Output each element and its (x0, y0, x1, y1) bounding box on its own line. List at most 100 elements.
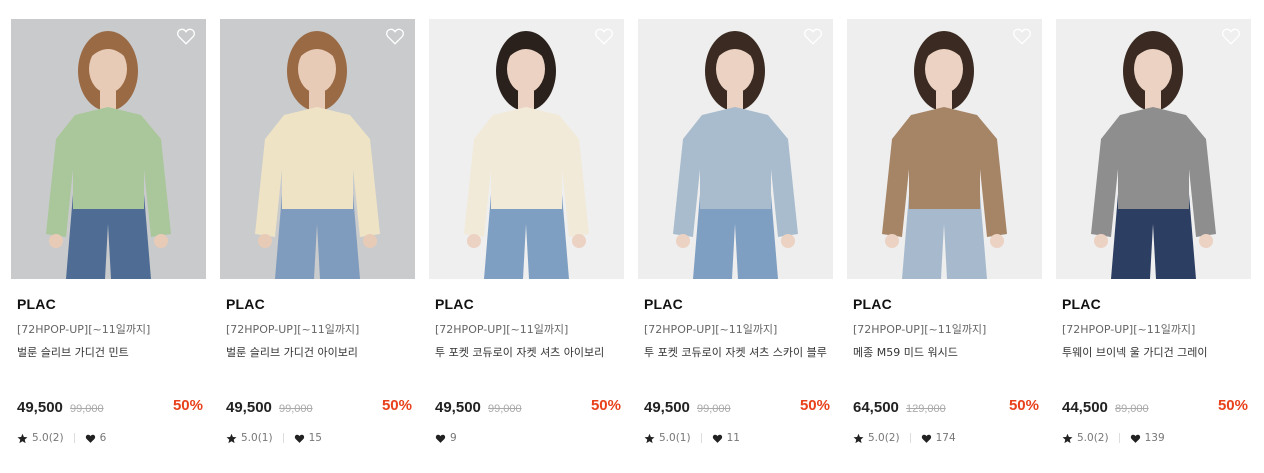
rating-group: 5.0(1) (644, 432, 712, 444)
product-photo (1056, 19, 1251, 279)
brand-name: PLAC (1062, 296, 1101, 312)
product-photo (638, 19, 833, 279)
price-row: 64,500 129,000 50% (853, 397, 1039, 417)
discount-rate: 50% (1217, 397, 1248, 414)
product-name[interactable]: 투웨이 브이넥 울 가디건 그레이 (1062, 345, 1246, 385)
heart-outline-icon[interactable] (803, 27, 823, 45)
product-name[interactable]: 메종 M59 미드 워시드 (853, 345, 1037, 385)
promo-tag: [72HPOP-UP][~11일까지] (17, 323, 151, 336)
product-name[interactable]: 투 포켓 코듀로이 자켓 셔츠 스카이 블루 (644, 345, 828, 385)
model-hand (258, 234, 272, 248)
meta-row: 5.0(2) 174 (853, 430, 956, 446)
rating-text: 5.0(1) (241, 432, 273, 444)
likes-group: 174 (921, 432, 956, 444)
product-card[interactable]: PLAC [72HPOP-UP][~11일까지] 벌룬 슬리브 가디건 아이보리… (220, 19, 415, 444)
star-icon (853, 433, 864, 443)
product-image[interactable] (847, 19, 1042, 279)
meta-row: 9 (435, 430, 457, 446)
product-name[interactable]: 투 포켓 코듀로이 자켓 셔츠 아이보리 (435, 345, 619, 385)
price-row: 49,500 99,000 50% (644, 397, 830, 417)
model-hand (572, 234, 586, 248)
sale-price: 64,500 (853, 399, 899, 416)
likes-group: 6 (85, 432, 107, 444)
product-image[interactable] (429, 19, 624, 279)
likes-group: 139 (1130, 432, 1165, 444)
price-row: 49,500 99,000 50% (226, 397, 412, 417)
product-name[interactable]: 벌룬 슬리브 가디건 아이보리 (226, 345, 410, 385)
promo-tag: [72HPOP-UP][~11일까지] (853, 323, 987, 336)
rating-text: 5.0(2) (1077, 432, 1109, 444)
product-card[interactable]: PLAC [72HPOP-UP][~11일까지] 투웨이 브이넥 울 가디건 그… (1056, 19, 1251, 444)
product-card[interactable]: PLAC [72HPOP-UP][~11일까지] 투 포켓 코듀로이 자켓 셔츠… (638, 19, 833, 444)
product-grid: PLAC [72HPOP-UP][~11일까지] 벌룬 슬리브 가디건 민트 4… (0, 0, 1264, 473)
likes-count: 15 (308, 432, 322, 444)
model-hand (49, 234, 63, 248)
model-hand (363, 234, 377, 248)
product-image[interactable] (220, 19, 415, 279)
product-image[interactable] (1056, 19, 1251, 279)
rating-text: 5.0(1) (659, 432, 691, 444)
price-row: 44,500 89,000 50% (1062, 397, 1248, 417)
heart-outline-icon[interactable] (594, 27, 614, 45)
price-row: 49,500 99,000 50% (435, 397, 621, 417)
discount-rate: 50% (381, 397, 412, 414)
original-price: 99,000 (696, 403, 731, 415)
sale-price: 49,500 (17, 399, 63, 416)
model-hand (154, 234, 168, 248)
likes-count: 11 (726, 432, 740, 444)
rating-group: 5.0(2) (1062, 432, 1130, 444)
product-photo (429, 19, 624, 279)
original-price: 89,000 (1114, 403, 1149, 415)
brand-name: PLAC (435, 296, 474, 312)
model-hand (1094, 234, 1108, 248)
product-card[interactable]: PLAC [72HPOP-UP][~11일까지] 메종 M59 미드 워시드 6… (847, 19, 1042, 444)
model-hand (1199, 234, 1213, 248)
promo-tag: [72HPOP-UP][~11일까지] (644, 323, 778, 336)
likes-group: 11 (712, 432, 740, 444)
star-icon (644, 433, 655, 443)
star-icon (226, 433, 237, 443)
original-price: 99,000 (278, 403, 313, 415)
heart-outline-icon[interactable] (385, 27, 405, 45)
promo-tag: [72HPOP-UP][~11일까지] (226, 323, 360, 336)
rating-text: 5.0(2) (868, 432, 900, 444)
original-price: 99,000 (487, 403, 522, 415)
rating-group: 5.0(2) (853, 432, 921, 444)
heart-icon (435, 434, 446, 443)
sale-price: 44,500 (1062, 399, 1108, 416)
brand-name: PLAC (644, 296, 683, 312)
heart-outline-icon[interactable] (1012, 27, 1032, 45)
divider (73, 433, 75, 443)
discount-rate: 50% (799, 397, 830, 414)
product-card[interactable]: PLAC [72HPOP-UP][~11일까지] 벌룬 슬리브 가디건 민트 4… (11, 19, 206, 444)
product-card[interactable]: PLAC [72HPOP-UP][~11일까지] 투 포켓 코듀로이 자켓 셔츠… (429, 19, 624, 444)
divider (909, 433, 911, 443)
model-hand (676, 234, 690, 248)
heart-outline-icon[interactable] (1221, 27, 1241, 45)
likes-count: 9 (450, 432, 457, 444)
discount-rate: 50% (172, 397, 203, 414)
product-photo (847, 19, 1042, 279)
heart-icon (1130, 434, 1140, 443)
heart-icon (921, 434, 931, 443)
brand-name: PLAC (853, 296, 892, 312)
star-icon (1062, 433, 1073, 443)
product-image[interactable] (638, 19, 833, 279)
star-icon (17, 433, 28, 443)
likes-count: 6 (99, 432, 107, 444)
meta-row: 5.0(2) 6 (17, 430, 106, 446)
heart-outline-icon[interactable] (176, 27, 196, 45)
sale-price: 49,500 (644, 399, 690, 416)
divider (282, 433, 284, 443)
model-hand (990, 234, 1004, 248)
likes-count: 174 (935, 432, 956, 444)
discount-rate: 50% (590, 397, 621, 414)
product-name[interactable]: 벌룬 슬리브 가디건 민트 (17, 345, 201, 385)
divider (1118, 433, 1120, 443)
product-image[interactable] (11, 19, 206, 279)
brand-name: PLAC (226, 296, 265, 312)
rating-group: 5.0(1) (226, 432, 294, 444)
discount-rate: 50% (1008, 397, 1039, 414)
price-row: 49,500 99,000 50% (17, 397, 203, 417)
promo-tag: [72HPOP-UP][~11일까지] (1062, 323, 1196, 336)
